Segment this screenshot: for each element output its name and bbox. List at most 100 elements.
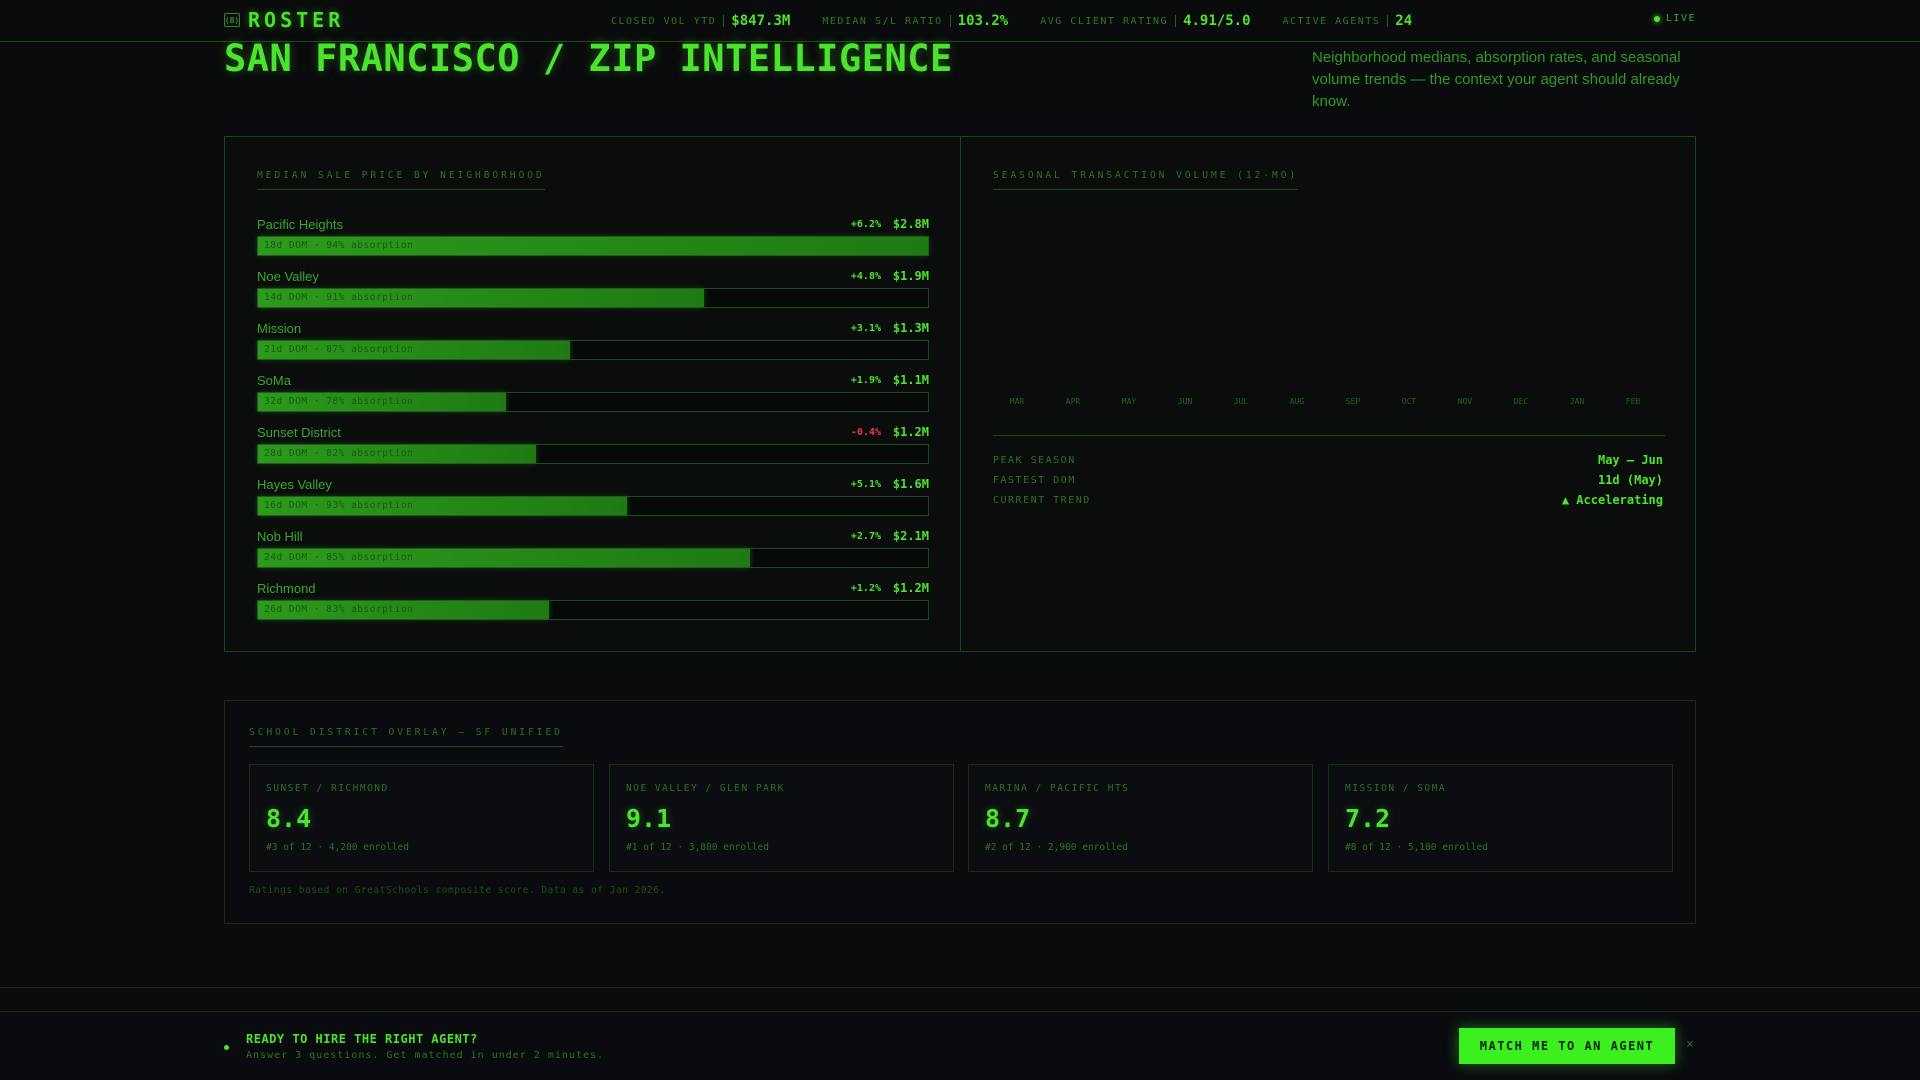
market-panel: MEDIAN SALE PRICE BY NEIGHBORHOOD Pacifi… xyxy=(224,136,1696,652)
top-bar: (8) ROSTER CLOSED VOL YTD $847.3M MEDIAN… xyxy=(0,0,1920,42)
median-price: $1.6M xyxy=(892,477,929,491)
neighborhood-name: Hayes Valley xyxy=(257,477,332,492)
school-card[interactable]: MARINA / PACIFIC HTS 8.7 #2 of 12 · 2,90… xyxy=(968,764,1313,872)
median-price-section: MEDIAN SALE PRICE BY NEIGHBORHOOD Pacifi… xyxy=(225,137,961,651)
median-price: $1.1M xyxy=(892,373,929,387)
school-card[interactable]: SUNSET / RICHMOND 8.4 #3 of 12 · 4,200 e… xyxy=(249,764,594,872)
card-label: MISSION / SOMA xyxy=(1345,783,1447,794)
median-price: $2.1M xyxy=(892,529,929,543)
month-label: JAN xyxy=(1569,397,1585,406)
month-label: JUN xyxy=(1177,397,1193,406)
stats-strip: CLOSED VOL YTD $847.3M MEDIAN S/L RATIO … xyxy=(611,10,1444,32)
logo[interactable]: (8) ROSTER xyxy=(224,7,344,33)
card-meta: #1 of 12 · 3,800 enrolled xyxy=(626,842,769,853)
neighborhood-row[interactable]: SoMa +1.9% $1.1M 32d DOM · 78% absorption xyxy=(257,373,929,417)
price-change: +4.8% xyxy=(850,271,881,282)
price-bar-track: 21d DOM · 87% absorption xyxy=(257,340,929,360)
stat-divider xyxy=(723,15,725,27)
median-price: $1.2M xyxy=(892,425,929,439)
stat-median-sl-ratio: MEDIAN S/L RATIO 103.2% xyxy=(822,13,1008,29)
stat-divider xyxy=(1387,15,1389,27)
neighborhood-row[interactable]: Pacific Heights +6.2% $2.8M 18d DOM · 94% a… xyxy=(257,217,929,261)
bar-note: 32d DOM · 78% absorption xyxy=(264,396,414,407)
price-bar-track: 14d DOM · 91% absorption xyxy=(257,288,929,308)
stat-client-rating: AVG CLIENT RATING 4.91/5.0 xyxy=(1040,13,1250,29)
stat-value: $847.3M xyxy=(731,13,791,29)
card-score: 9.1 xyxy=(626,804,672,833)
card-meta: #8 of 12 · 5,100 enrolled xyxy=(1345,842,1488,853)
peak-season-value: May – Jun xyxy=(1597,453,1663,467)
card-score: 8.7 xyxy=(985,804,1031,833)
price-change: +2.7% xyxy=(850,531,881,542)
peak-season-label: PEAK SEASON xyxy=(993,455,1076,466)
price-change: +5.1% xyxy=(850,479,881,490)
month-label: SEP xyxy=(1345,397,1361,406)
school-note: Ratings based on GreatSchools composite … xyxy=(249,885,666,896)
bar-note: 24d DOM · 85% absorption xyxy=(264,552,414,563)
school-card[interactable]: MISSION / SOMA 7.2 #8 of 12 · 5,100 enro… xyxy=(1328,764,1673,872)
school-card[interactable]: NOE VALLEY / GLEN PARK 9.1 #1 of 12 · 3,… xyxy=(609,764,954,872)
cta-title: READY TO HIRE THE RIGHT AGENT? xyxy=(246,1032,478,1046)
bar-note: 14d DOM · 91% absorption xyxy=(264,292,414,303)
cta-dot-icon xyxy=(224,1045,229,1050)
median-price: $1.2M xyxy=(892,581,929,595)
stat-label: MEDIAN S/L RATIO xyxy=(822,15,943,27)
price-change: +3.1% xyxy=(850,323,881,334)
price-change: +1.9% xyxy=(850,375,881,386)
card-label: MARINA / PACIFIC HTS xyxy=(985,783,1130,794)
footer-divider xyxy=(0,987,1920,988)
month-label: MAR xyxy=(1009,397,1025,406)
fastest-dom-value: 11d (May) xyxy=(1597,473,1663,487)
stat-value: 103.2% xyxy=(957,13,1009,29)
neighborhood-name: Richmond xyxy=(257,581,316,596)
price-bar-track: 16d DOM · 93% absorption xyxy=(257,496,929,516)
section-label: SCHOOL DISTRICT OVERLAY — SF UNIFIED xyxy=(249,727,563,747)
month-label: NOV xyxy=(1457,397,1473,406)
cta-subtitle: Answer 3 questions. Get matched in under… xyxy=(246,1050,605,1061)
month-label: OCT xyxy=(1401,397,1417,406)
neighborhood-row[interactable]: Nob Hill +2.7% $2.1M 24d DOM · 85% absorpti… xyxy=(257,529,929,573)
fastest-dom-label: FASTEST DOM xyxy=(993,475,1076,486)
seasonal-volume-section: SEASONAL TRANSACTION VOLUME (12-MO) MAR A… xyxy=(961,137,1695,651)
page-title: SAN FRANCISCO / ZIP INTELLIGENCE xyxy=(224,37,953,80)
median-price: $1.9M xyxy=(892,269,929,283)
neighborhood-row[interactable]: Noe Valley +4.8% $1.9M 14d DOM · 91% absorp… xyxy=(257,269,929,313)
divider xyxy=(993,435,1665,436)
section-label: SEASONAL TRANSACTION VOLUME (12-MO) xyxy=(993,170,1299,190)
live-dot-icon xyxy=(1653,15,1660,22)
neighborhood-row[interactable]: Richmond +1.2% $1.2M 26d DOM · 83% absorpti… xyxy=(257,581,929,625)
neighborhood-name: Noe Valley xyxy=(257,269,319,284)
price-change: -0.4% xyxy=(850,427,881,438)
close-icon[interactable]: × xyxy=(1686,1037,1694,1052)
price-bar-track: 32d DOM · 78% absorption xyxy=(257,392,929,412)
month-label: JUL xyxy=(1233,397,1249,406)
neighborhood-row[interactable]: Mission +3.1% $1.3M 21d DOM · 87% absorptio… xyxy=(257,321,929,365)
month-label: AUG xyxy=(1289,397,1305,406)
card-score: 7.2 xyxy=(1345,804,1391,833)
match-agent-button[interactable]: MATCH ME TO AN AGENT xyxy=(1459,1028,1675,1064)
stat-divider xyxy=(949,15,951,27)
card-label: SUNSET / RICHMOND xyxy=(266,783,389,794)
bar-note: 18d DOM · 94% absorption xyxy=(264,240,414,251)
stat-value: 24 xyxy=(1395,13,1413,29)
current-trend-label: CURRENT TREND xyxy=(993,495,1091,506)
neighborhood-row[interactable]: Hayes Valley +5.1% $1.6M 16d DOM · 93% abso… xyxy=(257,477,929,521)
section-label: MEDIAN SALE PRICE BY NEIGHBORHOOD xyxy=(257,170,545,190)
neighborhood-name: Mission xyxy=(257,321,302,336)
logo-icon: (8) xyxy=(224,13,240,27)
bar-note: 28d DOM · 82% absorption xyxy=(264,448,414,459)
card-score: 8.4 xyxy=(266,804,312,833)
card-meta: #2 of 12 · 2,900 enrolled xyxy=(985,842,1128,853)
neighborhood-name: Nob Hill xyxy=(257,529,303,544)
stat-label: ACTIVE AGENTS xyxy=(1282,15,1381,27)
month-label: DEC xyxy=(1513,397,1529,406)
neighborhood-name: Sunset District xyxy=(257,425,341,440)
neighborhood-name: SoMa xyxy=(257,373,291,388)
logo-text: ROSTER xyxy=(248,8,345,32)
stat-closed-volume: CLOSED VOL YTD $847.3M xyxy=(611,13,790,29)
stat-divider xyxy=(1175,15,1177,27)
price-change: +6.2% xyxy=(850,219,881,230)
neighborhood-row[interactable]: Sunset District -0.4% $1.2M 28d DOM · 82% a… xyxy=(257,425,929,469)
stat-label: AVG CLIENT RATING xyxy=(1040,15,1169,27)
price-change: +1.2% xyxy=(850,583,881,594)
